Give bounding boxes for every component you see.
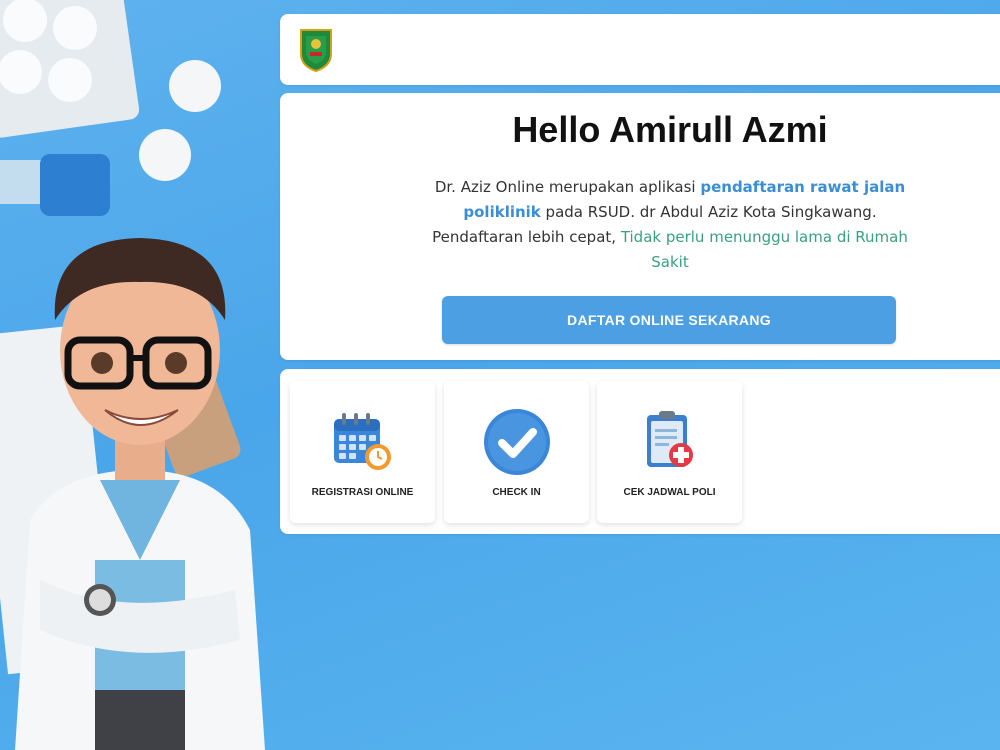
menu-tile-label: REGISTRASI ONLINE (311, 487, 414, 498)
menu-tile-registrasi[interactable]: REGISTRASI ONLINE (290, 381, 435, 523)
menu-tile-label: CHECK IN (492, 487, 541, 498)
menu-tile-label: CEK JADWAL POLI (623, 487, 716, 498)
clipboard-medical-icon (647, 411, 693, 467)
doctor-illustration (0, 0, 265, 750)
desc-text-1: Dr. Aziz Online merupakan aplikasi (434, 178, 701, 196)
welcome-card: Hello Amirull Azmi Dr. Aziz Online merup… (280, 93, 1000, 360)
regional-emblem-icon[interactable] (298, 26, 334, 72)
menu-tile-jadwal[interactable]: CEK JADWAL POLI (597, 381, 742, 523)
calendar-clock-icon (334, 413, 391, 470)
menu-tile-checkin[interactable]: CHECK IN (444, 381, 589, 523)
app-description: Dr. Aziz Online merupakan aplikasi penda… (430, 175, 910, 275)
desc-green: Tidak perlu menunggu lama di Rumah Sakit (620, 228, 908, 271)
register-online-button[interactable]: DAFTAR ONLINE SEKARANG (442, 296, 896, 344)
greeting-title: Hello Amirull Azmi (512, 109, 828, 150)
checkmark-circle-icon (484, 409, 550, 475)
menu-panel: REGISTRASI ONLINE CHECK IN CEK JADWAL PO… (280, 369, 1000, 534)
header-bar (280, 14, 1000, 85)
